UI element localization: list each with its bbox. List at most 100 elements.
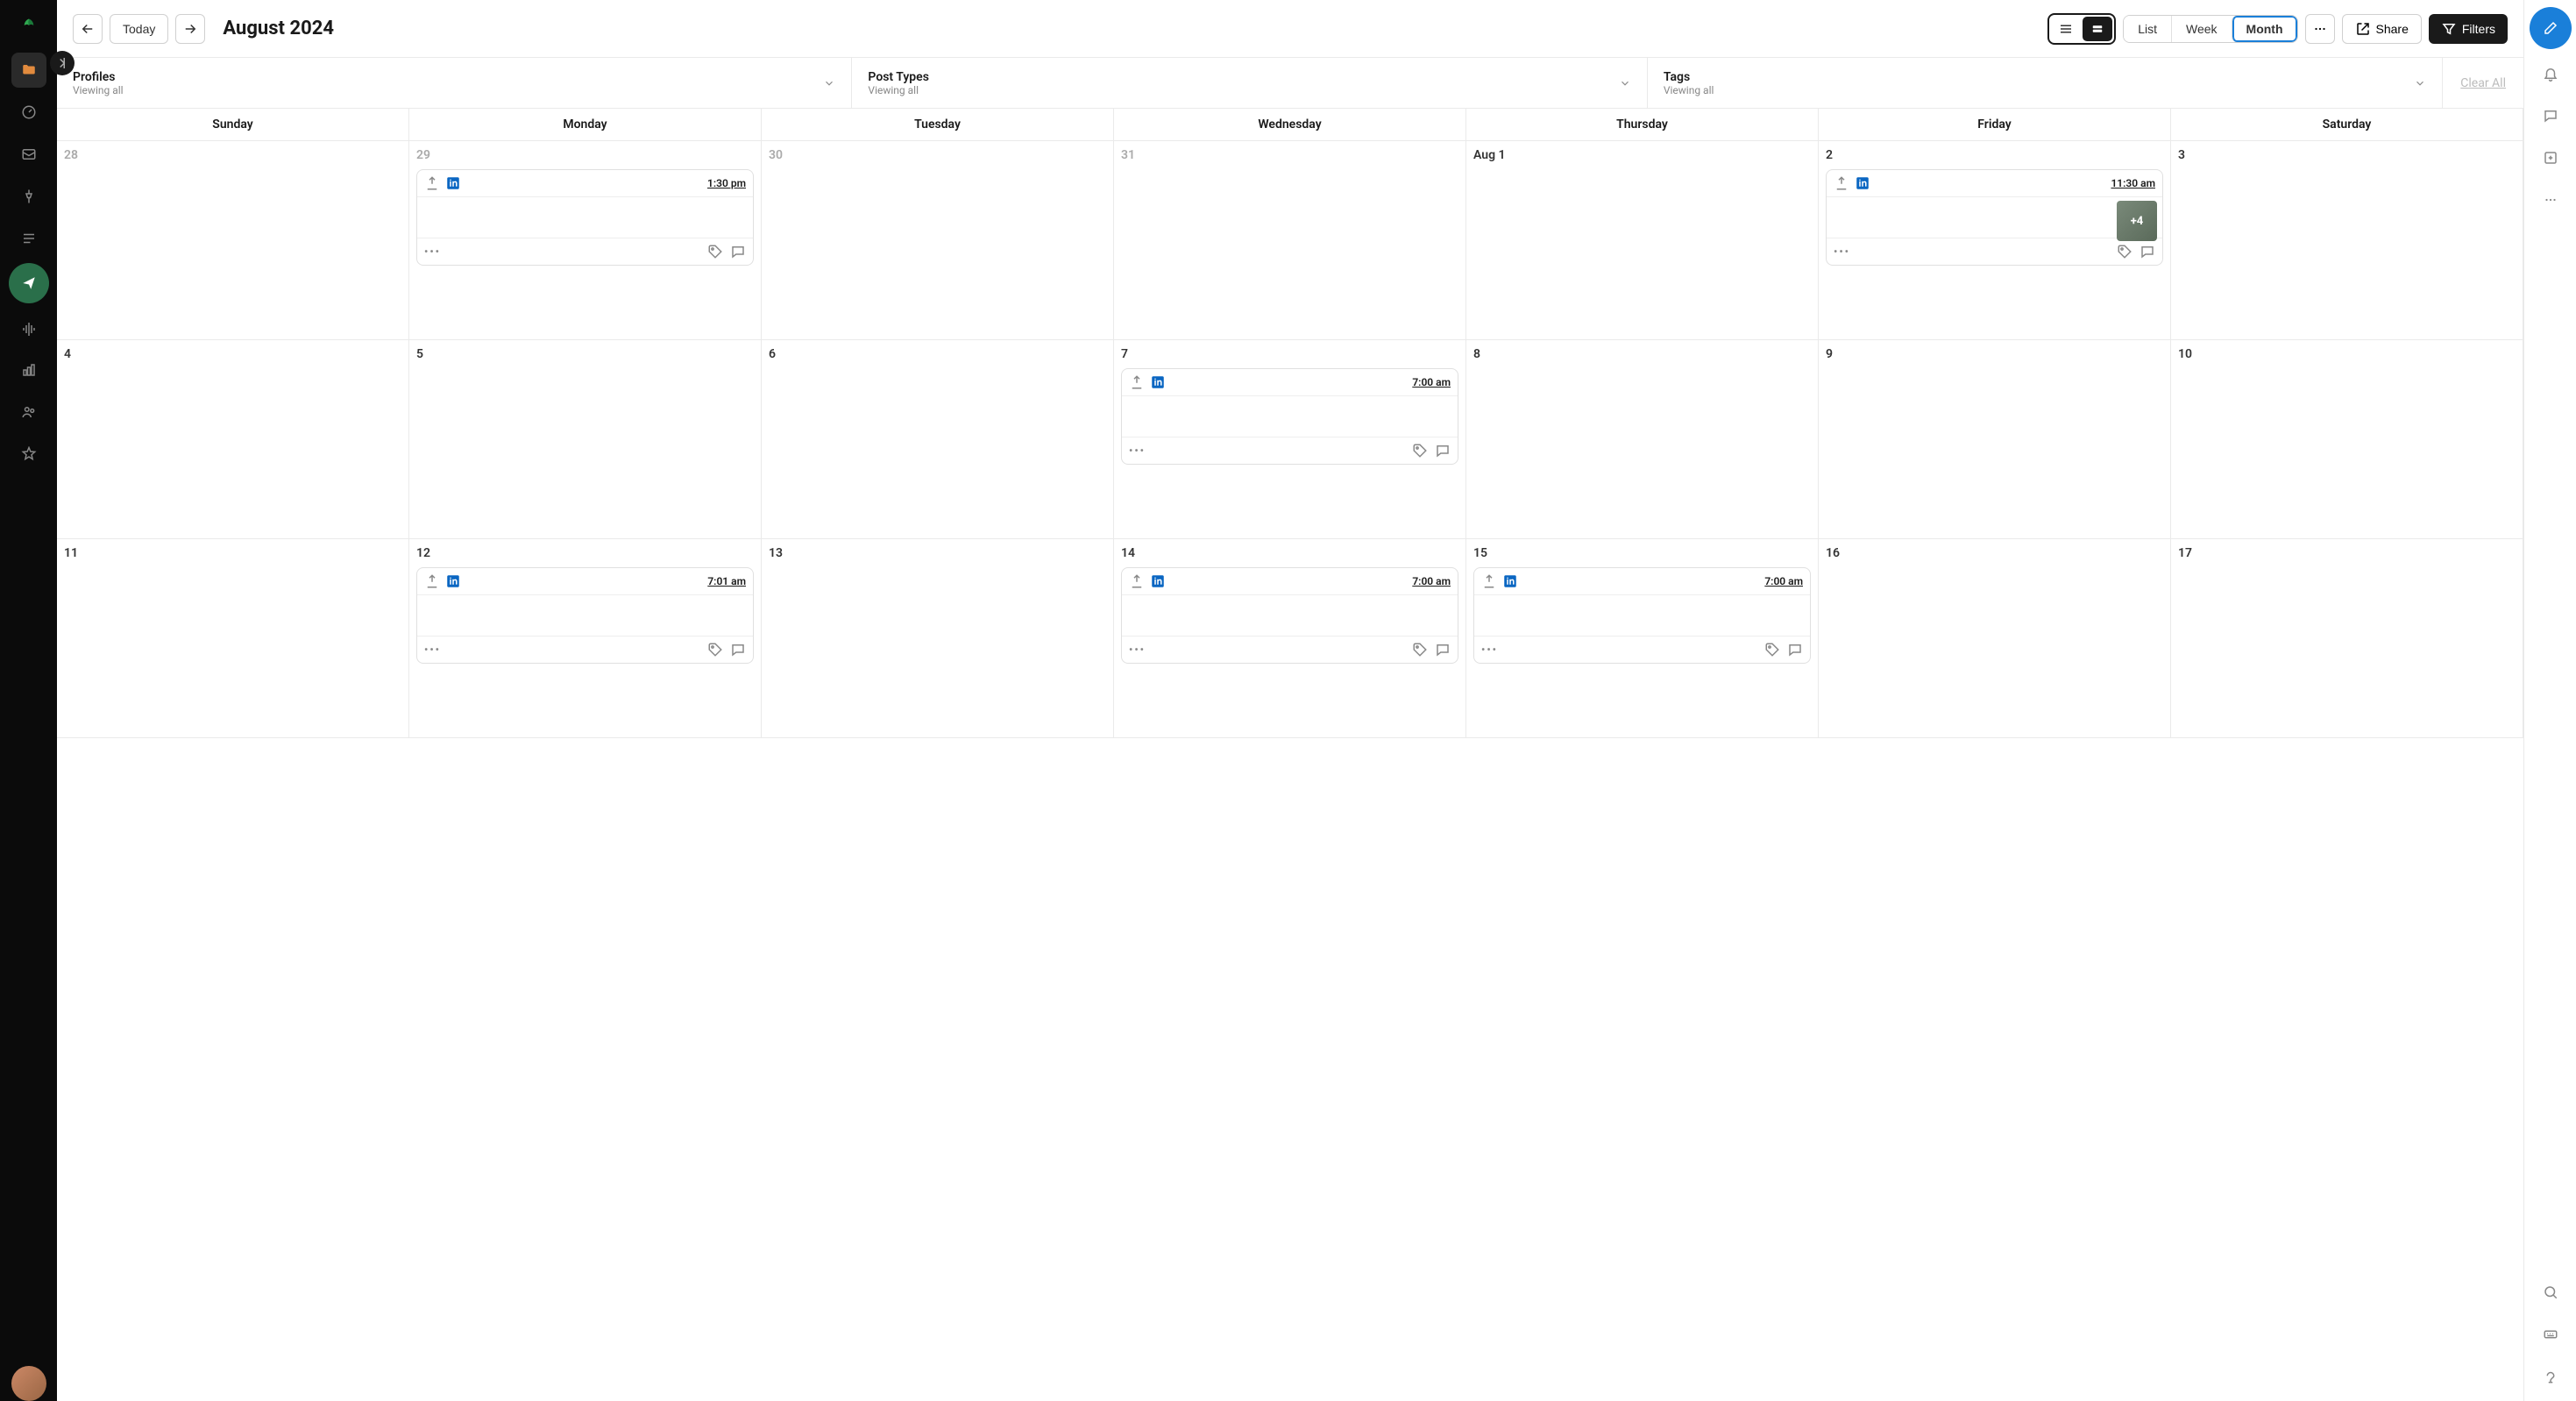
tag-icon[interactable]: [707, 642, 723, 658]
calendar-cell[interactable]: 11: [57, 539, 409, 738]
filter-tags[interactable]: Tags Viewing all: [1648, 58, 2443, 108]
nav-reports[interactable]: [11, 352, 46, 388]
calendar-cell[interactable]: 16: [1819, 539, 2171, 738]
collapse-sidebar-button[interactable]: [50, 51, 75, 75]
comment-icon[interactable]: [2140, 244, 2155, 260]
calendar-cell[interactable]: 14 7:00 am •••: [1114, 539, 1466, 738]
post-more-button[interactable]: •••: [1834, 245, 1850, 258]
post-card[interactable]: 7:01 am •••: [416, 567, 754, 664]
calendar-cell[interactable]: 4: [57, 340, 409, 539]
calendar-cell[interactable]: 29 1:30 pm •••: [409, 141, 762, 340]
help-button[interactable]: [2533, 1359, 2568, 1394]
rail-more-button[interactable]: [2533, 182, 2568, 217]
chevron-down-icon: [2414, 77, 2426, 89]
post-more-button[interactable]: •••: [424, 644, 441, 656]
post-time[interactable]: 7:01 am: [707, 575, 746, 587]
add-panel-button[interactable]: [2533, 140, 2568, 175]
next-period-button[interactable]: [175, 14, 205, 44]
post-card[interactable]: 7:00 am •••: [1121, 567, 1458, 664]
post-more-button[interactable]: •••: [1481, 644, 1498, 656]
post-time[interactable]: 11:30 am: [2111, 177, 2155, 189]
calendar-cell[interactable]: 13: [762, 539, 1114, 738]
comment-icon[interactable]: [1435, 443, 1451, 459]
calendar-cell[interactable]: 9: [1819, 340, 2171, 539]
calendar-cell[interactable]: 28: [57, 141, 409, 340]
post-card[interactable]: 1:30 pm •••: [416, 169, 754, 266]
calendar-cell[interactable]: 15 7:00 am •••: [1466, 539, 1819, 738]
cell-date: 12: [416, 546, 754, 560]
tag-icon[interactable]: [1412, 642, 1428, 658]
calendar-cell[interactable]: 30: [762, 141, 1114, 340]
density-card-button[interactable]: [2083, 17, 2112, 41]
post-time[interactable]: 7:00 am: [1764, 575, 1803, 587]
comment-icon[interactable]: [1787, 642, 1803, 658]
linkedin-icon: [445, 175, 461, 191]
post-card[interactable]: 11:30 am +4 •••: [1826, 169, 2163, 266]
notifications-button[interactable]: [2533, 56, 2568, 91]
share-button[interactable]: Share: [2342, 14, 2422, 44]
calendar-cell[interactable]: 10: [2171, 340, 2523, 539]
post-more-button[interactable]: •••: [1129, 644, 1146, 656]
tag-icon[interactable]: [707, 244, 723, 260]
main-content: Today August 2024 List Week Month: [57, 0, 2523, 1401]
cell-date: 9: [1826, 347, 2163, 361]
post-time[interactable]: 7:00 am: [1412, 575, 1451, 587]
comment-icon[interactable]: [1435, 642, 1451, 658]
day-header-mon: Monday: [409, 109, 762, 140]
view-tab-month[interactable]: Month: [2232, 16, 2297, 42]
comments-button[interactable]: [2533, 98, 2568, 133]
calendar-cell[interactable]: 6: [762, 340, 1114, 539]
calendar-cell[interactable]: 5: [409, 340, 762, 539]
post-more-button[interactable]: •••: [1129, 444, 1146, 457]
user-avatar[interactable]: [11, 1366, 46, 1401]
cell-date: 16: [1826, 546, 2163, 560]
nav-publishing[interactable]: [9, 263, 49, 303]
calendar-cell[interactable]: 12 7:01 am •••: [409, 539, 762, 738]
today-button[interactable]: Today: [110, 14, 168, 44]
density-toggle: [2047, 13, 2116, 45]
prev-period-button[interactable]: [73, 14, 103, 44]
filter-profiles[interactable]: Profiles Viewing all: [57, 58, 852, 108]
view-tab-week[interactable]: Week: [2171, 16, 2232, 42]
sprout-logo[interactable]: [14, 11, 44, 40]
comment-icon[interactable]: [730, 642, 746, 658]
toolbar-more-button[interactable]: [2305, 14, 2335, 44]
nav-pin[interactable]: [11, 179, 46, 214]
cell-date: 30: [769, 148, 1106, 162]
post-card[interactable]: 7:00 am •••: [1121, 368, 1458, 465]
nav-feed[interactable]: [11, 221, 46, 256]
comment-icon[interactable]: [730, 244, 746, 260]
view-tab-list[interactable]: List: [2124, 16, 2171, 42]
filters-button[interactable]: Filters: [2429, 14, 2508, 44]
tag-icon[interactable]: [1764, 642, 1780, 658]
search-button[interactable]: [2533, 1275, 2568, 1310]
post-more-button[interactable]: •••: [424, 245, 441, 258]
post-card[interactable]: 7:00 am •••: [1473, 567, 1811, 664]
nav-folder[interactable]: [11, 53, 46, 88]
calendar-cell[interactable]: 7 7:00 am •••: [1114, 340, 1466, 539]
keyboard-shortcuts-button[interactable]: [2533, 1317, 2568, 1352]
calendar-cell[interactable]: 17: [2171, 539, 2523, 738]
tag-icon[interactable]: [1412, 443, 1428, 459]
chevron-down-icon: [1619, 77, 1631, 89]
calendar-cell[interactable]: Aug 1: [1466, 141, 1819, 340]
share-out-icon: [424, 573, 440, 589]
filter-post-types[interactable]: Post Types Viewing all: [852, 58, 1647, 108]
clear-all-link[interactable]: Clear All: [2443, 58, 2523, 108]
calendar-cell[interactable]: 31: [1114, 141, 1466, 340]
nav-reviews[interactable]: [11, 437, 46, 472]
calendar-cell[interactable]: 3: [2171, 141, 2523, 340]
compose-button[interactable]: [2530, 7, 2572, 49]
calendar-cell[interactable]: 8: [1466, 340, 1819, 539]
linkedin-icon: [1855, 175, 1870, 191]
nav-people[interactable]: [11, 395, 46, 430]
nav-inbox[interactable]: [11, 137, 46, 172]
nav-listening[interactable]: [11, 310, 46, 345]
calendar-cell[interactable]: 2 11:30 am +4 •••: [1819, 141, 2171, 340]
tag-icon[interactable]: [2117, 244, 2132, 260]
post-time[interactable]: 1:30 pm: [707, 177, 746, 189]
density-compact-button[interactable]: [2051, 17, 2081, 41]
right-rail: [2523, 0, 2576, 1401]
post-time[interactable]: 7:00 am: [1412, 376, 1451, 388]
nav-dashboard[interactable]: [11, 95, 46, 130]
